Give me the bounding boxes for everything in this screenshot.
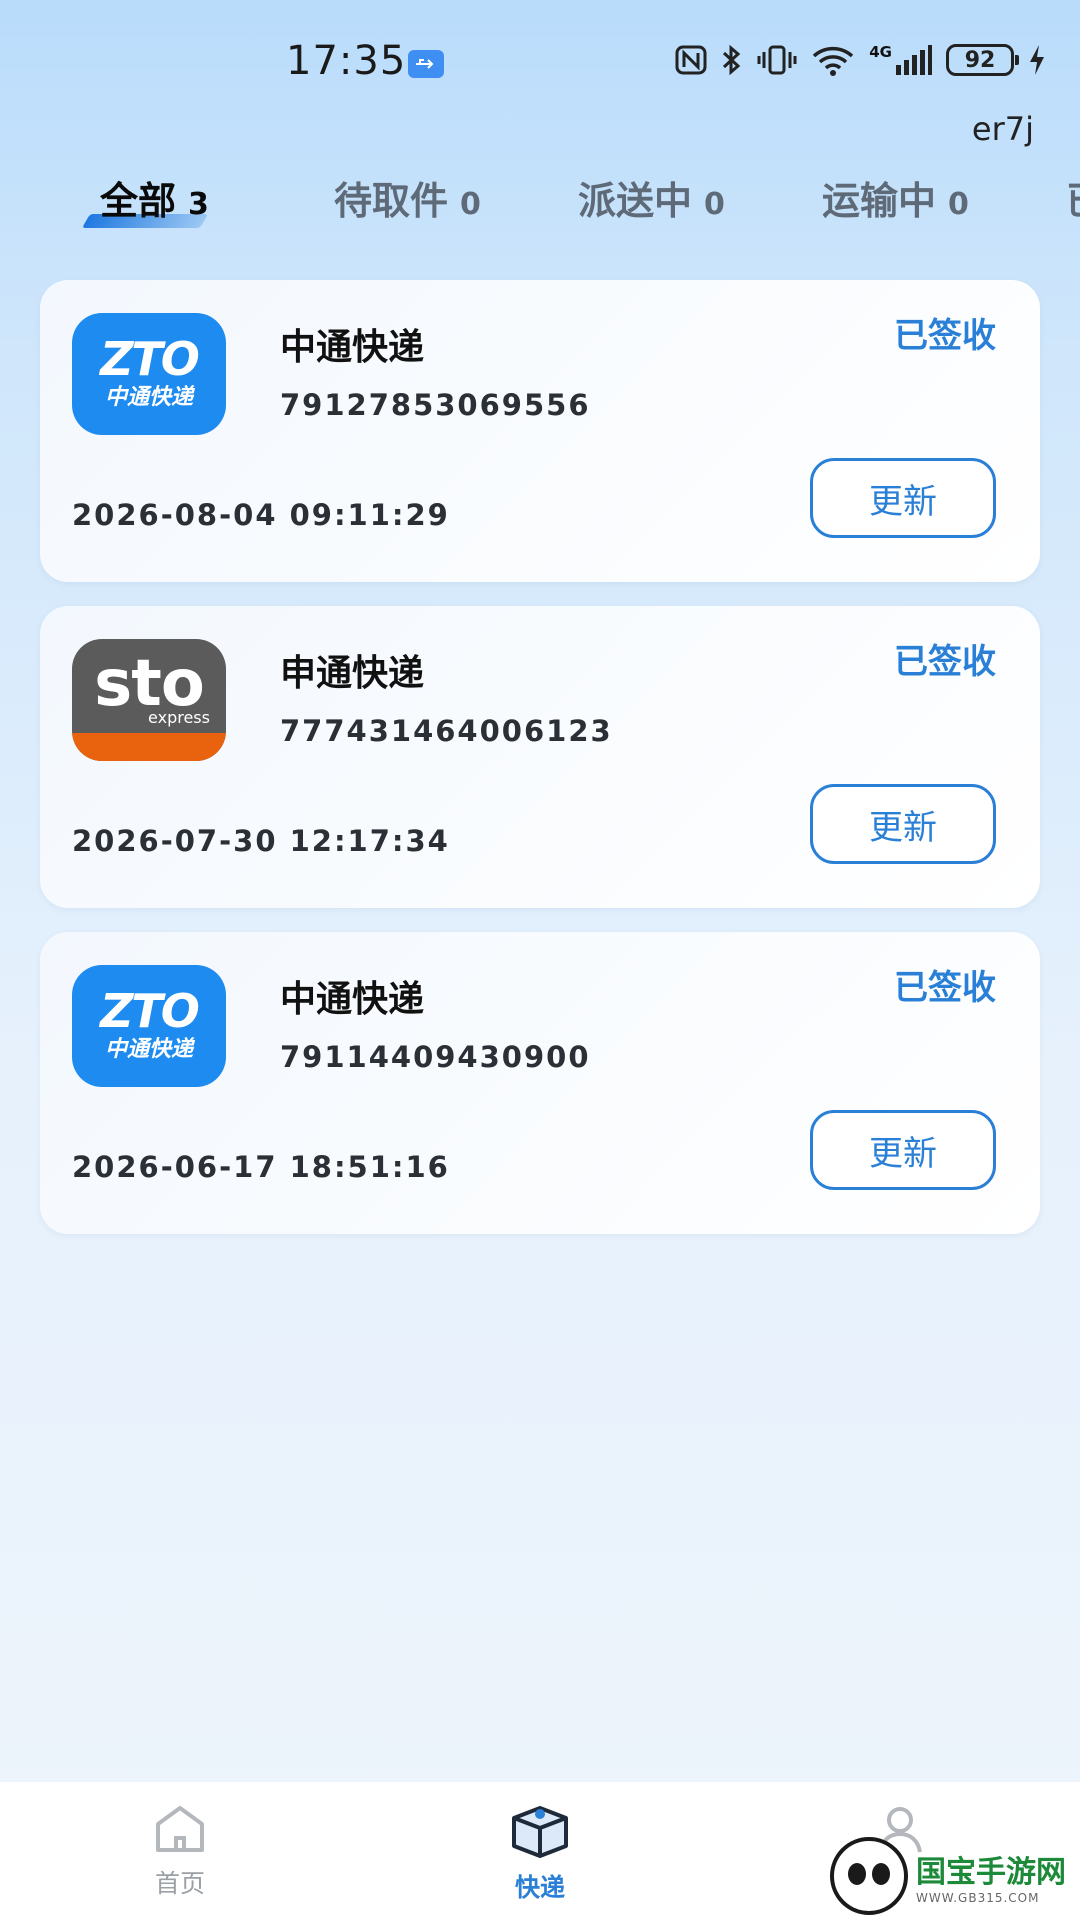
nfc-icon [675, 45, 707, 75]
charging-icon [1028, 44, 1046, 76]
tab-count: 0 [948, 187, 969, 222]
tab-delivering[interactable]: 派送中 0 [578, 170, 725, 225]
tracking-number: 79127853069556 [280, 388, 591, 422]
vibrate-icon [757, 44, 797, 76]
package-icon [508, 1804, 572, 1862]
status-bar: 17:35 4G 92 [0, 0, 1080, 110]
update-button[interactable]: 更新 [810, 458, 996, 538]
home-icon [150, 1804, 210, 1858]
parcel-card[interactable]: sto express 申通快递 777431464006123 已签收 202… [40, 606, 1040, 908]
usb-icon [408, 50, 444, 78]
tab-all[interactable]: 全部 3 [100, 170, 209, 225]
logo-subtitle: express [148, 708, 210, 727]
panda-logo-icon [830, 1837, 908, 1915]
bluetooth-icon [721, 44, 743, 76]
tab-bar: 全部 3 待取件 0 派送中 0 运输中 0 已 [0, 170, 1080, 240]
tab-label: 已 [1066, 170, 1080, 225]
watermark-url: WWW.GB315.COM [916, 1891, 1040, 1905]
zto-logo: ZTO 中通快递 [72, 313, 226, 435]
nav-label: 首页 [154, 1869, 205, 1898]
watermark: 国宝手游网 WWW.GB315.COM [830, 1832, 1080, 1920]
tab-count: 0 [460, 187, 481, 222]
tab-label: 全部 [100, 179, 177, 223]
tab-pending-pickup[interactable]: 待取件 0 [334, 170, 481, 225]
logo-wordmark: ZTO [100, 332, 200, 386]
tab-in-transit[interactable]: 运输中 0 [822, 170, 969, 225]
tab-label: 运输中 [822, 179, 937, 223]
timestamp: 2026-06-17 18:51:16 [72, 1150, 450, 1184]
status-badge: 已签收 [894, 316, 996, 356]
tracking-number: 79114409430900 [280, 1040, 591, 1074]
wifi-icon [811, 44, 855, 76]
courier-name: 中通快递 [280, 979, 425, 1020]
nav-parcels[interactable]: 快递 [460, 1804, 620, 1904]
timestamp: 2026-07-30 12:17:34 [72, 824, 450, 858]
tab-label: 派送中 [578, 179, 693, 223]
zto-logo: ZTO 中通快递 [72, 965, 226, 1087]
courier-name: 申通快递 [280, 653, 425, 694]
status-badge: 已签收 [894, 642, 996, 682]
logo-swoosh [72, 733, 226, 761]
logo-subtitle: 中通快递 [104, 385, 193, 410]
timestamp: 2026-08-04 09:11:29 [72, 498, 450, 532]
parcel-list: ZTO 中通快递 中通快递 79127853069556 已签收 2026-08… [40, 280, 1040, 1258]
battery-icon: 92 [946, 44, 1019, 76]
tracking-number: 777431464006123 [280, 714, 613, 748]
nav-label: 快递 [514, 1873, 565, 1902]
parcel-card[interactable]: ZTO 中通快递 中通快递 79127853069556 已签收 2026-08… [40, 280, 1040, 582]
tab-signed[interactable]: 已 [1066, 170, 1080, 225]
status-badge: 已签收 [894, 968, 996, 1008]
signal-icon: 4G [869, 45, 932, 75]
network-type: 4G [869, 43, 892, 61]
status-time: 17:35 [286, 38, 407, 84]
logo-subtitle: 中通快递 [104, 1037, 193, 1062]
tab-count: 3 [188, 187, 209, 222]
courier-name: 中通快递 [280, 327, 425, 368]
user-name: er7j [971, 110, 1034, 148]
tab-count: 0 [704, 187, 725, 222]
update-button[interactable]: 更新 [810, 784, 996, 864]
nav-home[interactable]: 首页 [100, 1804, 260, 1900]
update-button[interactable]: 更新 [810, 1110, 996, 1190]
parcel-card[interactable]: ZTO 中通快递 中通快递 79114409430900 已签收 2026-06… [40, 932, 1040, 1234]
tab-label: 待取件 [334, 179, 449, 223]
sto-logo: sto express [72, 639, 226, 761]
logo-wordmark: ZTO [100, 984, 200, 1038]
watermark-title: 国宝手游网 [916, 1855, 1066, 1890]
